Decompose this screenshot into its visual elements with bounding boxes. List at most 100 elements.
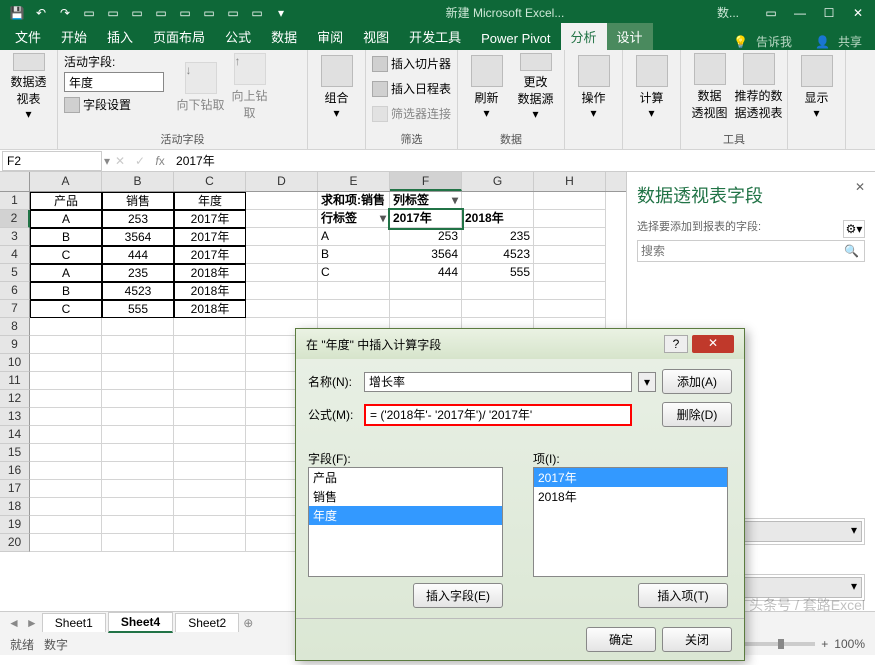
grid-cell[interactable]: 2018年 [174,300,246,318]
row-header[interactable]: 14 [0,426,30,444]
grid-cell[interactable] [318,282,390,300]
undo-icon[interactable]: ↶ [31,3,51,23]
grid-cell[interactable] [174,426,246,444]
formula-input-dialog[interactable] [364,404,632,426]
grid-cell[interactable]: 555 [102,300,174,318]
grid-cell[interactable] [102,462,174,480]
grid-cell[interactable] [246,264,318,282]
grid-cell[interactable] [102,354,174,372]
recommend-button[interactable]: 推荐的数 据透视表 [736,53,781,121]
grid-cell[interactable] [102,426,174,444]
grid-cell[interactable]: A [318,228,390,246]
qat-icon-7[interactable]: ▭ [151,3,171,23]
grid-cell[interactable]: C [30,246,102,264]
grid-cell[interactable]: 253 [102,210,174,228]
grid-cell[interactable] [174,318,246,336]
qat-icon-4[interactable]: ▭ [79,3,99,23]
calc-button[interactable]: 计算 ▾ [629,53,674,121]
qat-icon-9[interactable]: ▭ [199,3,219,23]
qat-icon-11[interactable]: ▭ [247,3,267,23]
col-header[interactable]: F [390,172,462,191]
show-button[interactable]: 显示 ▾ [794,53,839,121]
insert-slicer-button[interactable]: 插入切片器 [391,55,451,72]
grid-cell[interactable] [30,534,102,552]
field-search-input[interactable] [637,240,865,262]
grid-cell[interactable] [102,390,174,408]
share-icon[interactable]: 👤 [815,35,830,49]
grid-cell[interactable] [174,390,246,408]
grid-cell[interactable] [534,246,606,264]
grid-cell[interactable] [174,372,246,390]
insert-item-button[interactable]: 插入项(T) [638,583,728,608]
grid-cell[interactable]: C [318,264,390,282]
tab-file[interactable]: 文件 [5,23,51,50]
grid-cell[interactable]: 2018年 [174,264,246,282]
grid-cell[interactable]: 2017年 [174,246,246,264]
grid-cell[interactable] [30,336,102,354]
grid-cell[interactable]: 3564 [102,228,174,246]
grid-cell[interactable] [318,300,390,318]
qat-icon-6[interactable]: ▭ [127,3,147,23]
col-header[interactable]: H [534,172,606,191]
grid-cell[interactable] [30,354,102,372]
grid-cell[interactable] [534,264,606,282]
grid-cell[interactable]: 555 [462,264,534,282]
pivotchart-button[interactable]: 数据 透视图 [687,53,732,121]
grid-cell[interactable]: 444 [102,246,174,264]
insert-field-button[interactable]: 插入字段(E) [413,583,503,608]
grid-cell[interactable]: B [30,228,102,246]
col-header[interactable]: A [30,172,102,191]
grid-cell[interactable] [30,462,102,480]
grid-cell[interactable] [102,318,174,336]
zoom-in-icon[interactable]: + [821,637,828,651]
grid-cell[interactable] [102,480,174,498]
list-item[interactable]: 销售 [309,487,502,506]
row-header[interactable]: 19 [0,516,30,534]
grid-cell[interactable] [102,534,174,552]
sheet-tab-sheet1[interactable]: Sheet1 [42,613,106,632]
col-header[interactable]: E [318,172,390,191]
minimize-icon[interactable]: — [790,3,810,23]
grid-cell[interactable] [30,444,102,462]
grid-cell[interactable] [246,246,318,264]
grid-cell[interactable] [462,192,534,210]
grid-cell[interactable] [102,372,174,390]
row-header[interactable]: 8 [0,318,30,336]
grid-cell[interactable] [246,228,318,246]
col-header[interactable]: D [246,172,318,191]
grid-cell[interactable] [174,462,246,480]
name-box[interactable] [2,151,102,171]
grid-cell[interactable] [102,444,174,462]
sheet-nav-prev-icon[interactable]: ◄ [8,616,20,630]
row-header[interactable]: 17 [0,480,30,498]
list-item[interactable]: 产品 [309,468,502,487]
row-header[interactable]: 4 [0,246,30,264]
grid-cell[interactable]: 求和项:销售 [318,192,390,210]
tab-design[interactable]: 设计 [607,23,653,50]
tab-insert[interactable]: 插入 [97,23,143,50]
tab-analyze[interactable]: 分析 [561,23,607,50]
row-header[interactable]: 18 [0,498,30,516]
row-header[interactable]: 20 [0,534,30,552]
group-button[interactable]: 组合 ▾ [314,53,359,121]
actions-button[interactable]: 操作 ▾ [571,53,616,121]
grid-cell[interactable]: B [318,246,390,264]
grid-cell[interactable] [174,444,246,462]
fx-icon[interactable]: fx [150,151,170,171]
grid-cell[interactable] [534,228,606,246]
grid-cell[interactable] [390,282,462,300]
window-close-icon[interactable]: ✕ [848,3,868,23]
delete-button[interactable]: 删除(D) [662,402,732,427]
tab-layout[interactable]: 页面布局 [143,23,215,50]
grid-cell[interactable]: 2017年 [174,210,246,228]
grid-cell[interactable]: 2018年 [174,282,246,300]
row-header[interactable]: 1 [0,192,30,210]
grid-cell[interactable] [246,210,318,228]
grid-cell[interactable]: 4523 [102,282,174,300]
grid-cell[interactable]: 年度 [174,192,246,210]
grid-cell[interactable] [30,516,102,534]
grid-cell[interactable] [30,480,102,498]
grid-cell[interactable]: 产品 [30,192,102,210]
row-header[interactable]: 9 [0,336,30,354]
list-item[interactable]: 2017年 [534,468,727,487]
